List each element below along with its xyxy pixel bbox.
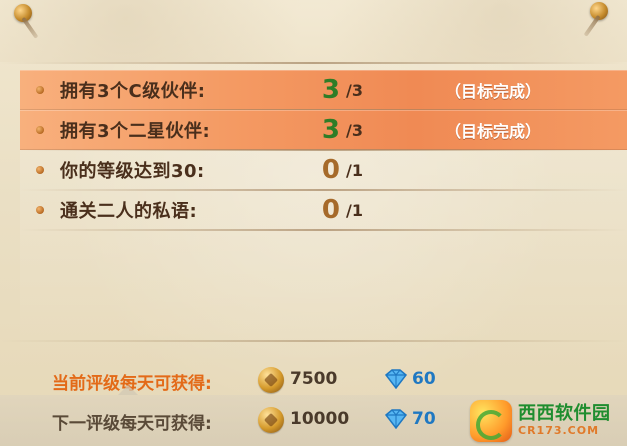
achievement-label: 拥有3个C级伙伴: <box>60 81 206 102</box>
next-reward-title: 下一评级每天可获得: <box>52 414 212 434</box>
next-reward-row: 下一评级每天可获得: 10000 70 <box>0 400 627 440</box>
achievement-progress-value: 0 <box>321 195 340 225</box>
bullet-icon <box>36 126 44 134</box>
row-separator <box>20 229 627 231</box>
bullet-icon <box>36 166 44 174</box>
achievement-row-3: 你的等级达到30: 0 /1 <box>20 150 627 191</box>
achievement-progress-total: /1 <box>346 200 363 220</box>
achievement-progress-value: 3 <box>321 75 340 105</box>
achievement-row-4: 通关二人的私语: 0 /1 <box>20 190 627 231</box>
achievement-label: 拥有3个二星伙伴: <box>60 121 211 142</box>
current-coins-value: 7500 <box>290 369 338 389</box>
pushpin-left-icon <box>14 4 32 22</box>
achievement-label: 你的等级达到30: <box>60 161 205 182</box>
rewards-divider <box>0 340 627 342</box>
top-divider <box>0 62 627 64</box>
achievement-progress-value: 3 <box>321 115 340 145</box>
achievement-progress-total: /1 <box>346 160 363 180</box>
achievement-progress-value: 0 <box>321 155 340 185</box>
next-reward-bar: 下一评级每天可获得: 10000 70 <box>0 385 627 446</box>
gem-icon <box>382 409 410 429</box>
achievement-progress-total: /3 <box>346 80 363 100</box>
current-reward-row: 当前评级每天可获得: 7500 60 <box>0 360 627 400</box>
next-coins-value: 10000 <box>290 409 350 429</box>
bullet-icon <box>36 86 44 94</box>
gem-svg <box>384 409 408 429</box>
achievement-frame: 拥有3个C级伙伴: 3 /3 （目标完成） 拥有3个二星伙伴: 3 /3 （目标… <box>0 0 627 446</box>
achievement-status: （目标完成） <box>445 122 542 141</box>
achievement-list: 拥有3个C级伙伴: 3 /3 （目标完成） 拥有3个二星伙伴: 3 /3 （目标… <box>20 70 627 370</box>
bullet-icon <box>36 206 44 214</box>
current-gems-value: 60 <box>412 369 436 389</box>
gem-svg <box>384 369 408 389</box>
achievement-row-2: 拥有3个二星伙伴: 3 /3 （目标完成） <box>20 110 627 151</box>
coin-icon <box>258 367 284 393</box>
pushpin-right-icon <box>590 2 608 20</box>
next-bar-notch <box>118 385 138 395</box>
achievement-label: 通关二人的私语: <box>60 201 198 222</box>
gem-icon <box>382 369 410 389</box>
achievement-progress-total: /3 <box>346 120 363 140</box>
top-ornament <box>0 0 627 62</box>
achievement-row-1: 拥有3个C级伙伴: 3 /3 （目标完成） <box>20 70 627 111</box>
next-gems-value: 70 <box>412 409 436 429</box>
achievement-status: （目标完成） <box>445 82 542 101</box>
coin-icon <box>258 407 284 433</box>
